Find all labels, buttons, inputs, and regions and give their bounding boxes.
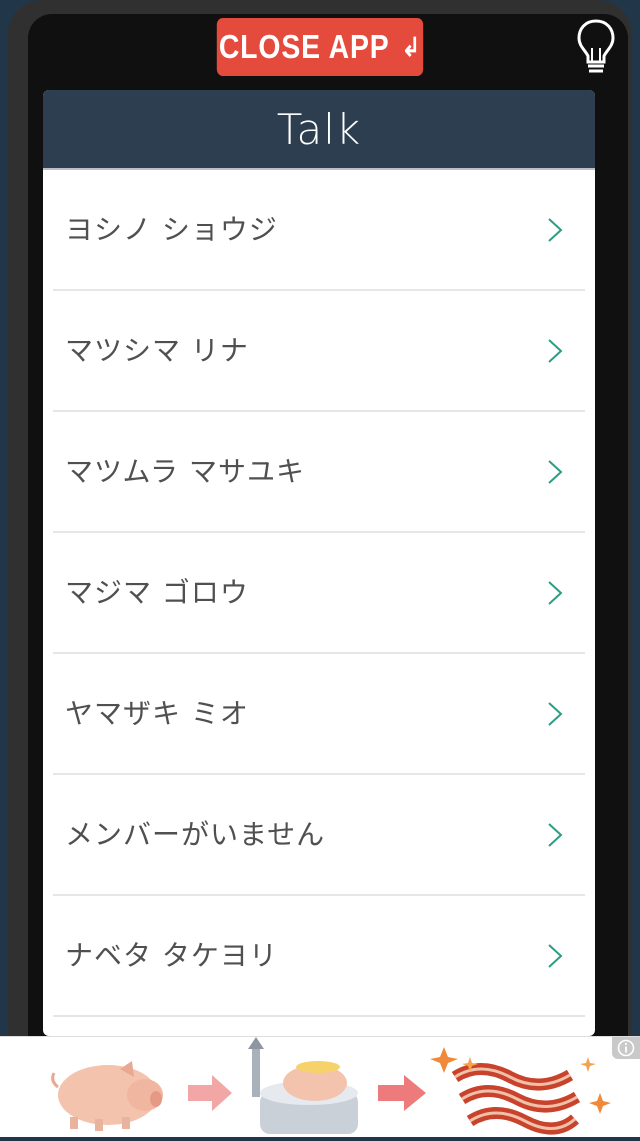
chevron-right-icon (548, 944, 563, 968)
list-item[interactable]: マツムラ マサユキ (53, 412, 585, 533)
list-item[interactable]: ナベタ タケヨリ (53, 896, 585, 1017)
list-item-label: マツシマ リナ (65, 334, 249, 367)
list-item[interactable]: ヤマザキ ミオ (53, 654, 585, 775)
list-item[interactable]: ヨシノ ショウジ (53, 170, 585, 291)
list-item[interactable]: マジマ ゴロウ (53, 533, 585, 654)
chevron-right-icon (548, 823, 563, 847)
chevron-right-icon (548, 460, 563, 484)
talk-card: Talk ヨシノ ショウジ マツシマ リナ マツムラ マサユキ マジマ ゴロウ … (43, 90, 595, 1036)
chevron-right-icon (548, 581, 563, 605)
chevron-right-icon (548, 702, 563, 726)
ad-banner[interactable] (0, 1036, 640, 1137)
close-app-label: CLOSE APP (218, 28, 390, 65)
ad-illustration (51, 1037, 611, 1135)
list-item-label: ヤマザキ ミオ (65, 697, 249, 730)
talk-list: ヨシノ ショウジ マツシマ リナ マツムラ マサユキ マジマ ゴロウ ヤマザキ … (43, 170, 595, 1017)
list-item-label: ヨシノ ショウジ (65, 213, 278, 246)
return-arrow-icon: ↲ (401, 31, 422, 62)
list-item-label: マジマ ゴロウ (65, 576, 249, 609)
chevron-right-icon (548, 218, 563, 242)
chevron-right-icon (548, 339, 563, 363)
list-item-label: ナベタ タケヨリ (65, 939, 278, 972)
list-item-label: マツムラ マサユキ (65, 455, 305, 488)
info-icon (617, 1039, 635, 1057)
list-item-label: メンバーがいません (65, 818, 326, 851)
card-header: Talk (43, 90, 595, 170)
close-app-button[interactable]: CLOSE APP ↲ (216, 18, 424, 76)
ad-info-button[interactable] (612, 1037, 640, 1059)
page-title: Talk (276, 104, 362, 154)
list-item[interactable]: メンバーがいません (53, 775, 585, 896)
lightbulb-icon[interactable] (576, 18, 616, 76)
list-item[interactable]: マツシマ リナ (53, 291, 585, 412)
